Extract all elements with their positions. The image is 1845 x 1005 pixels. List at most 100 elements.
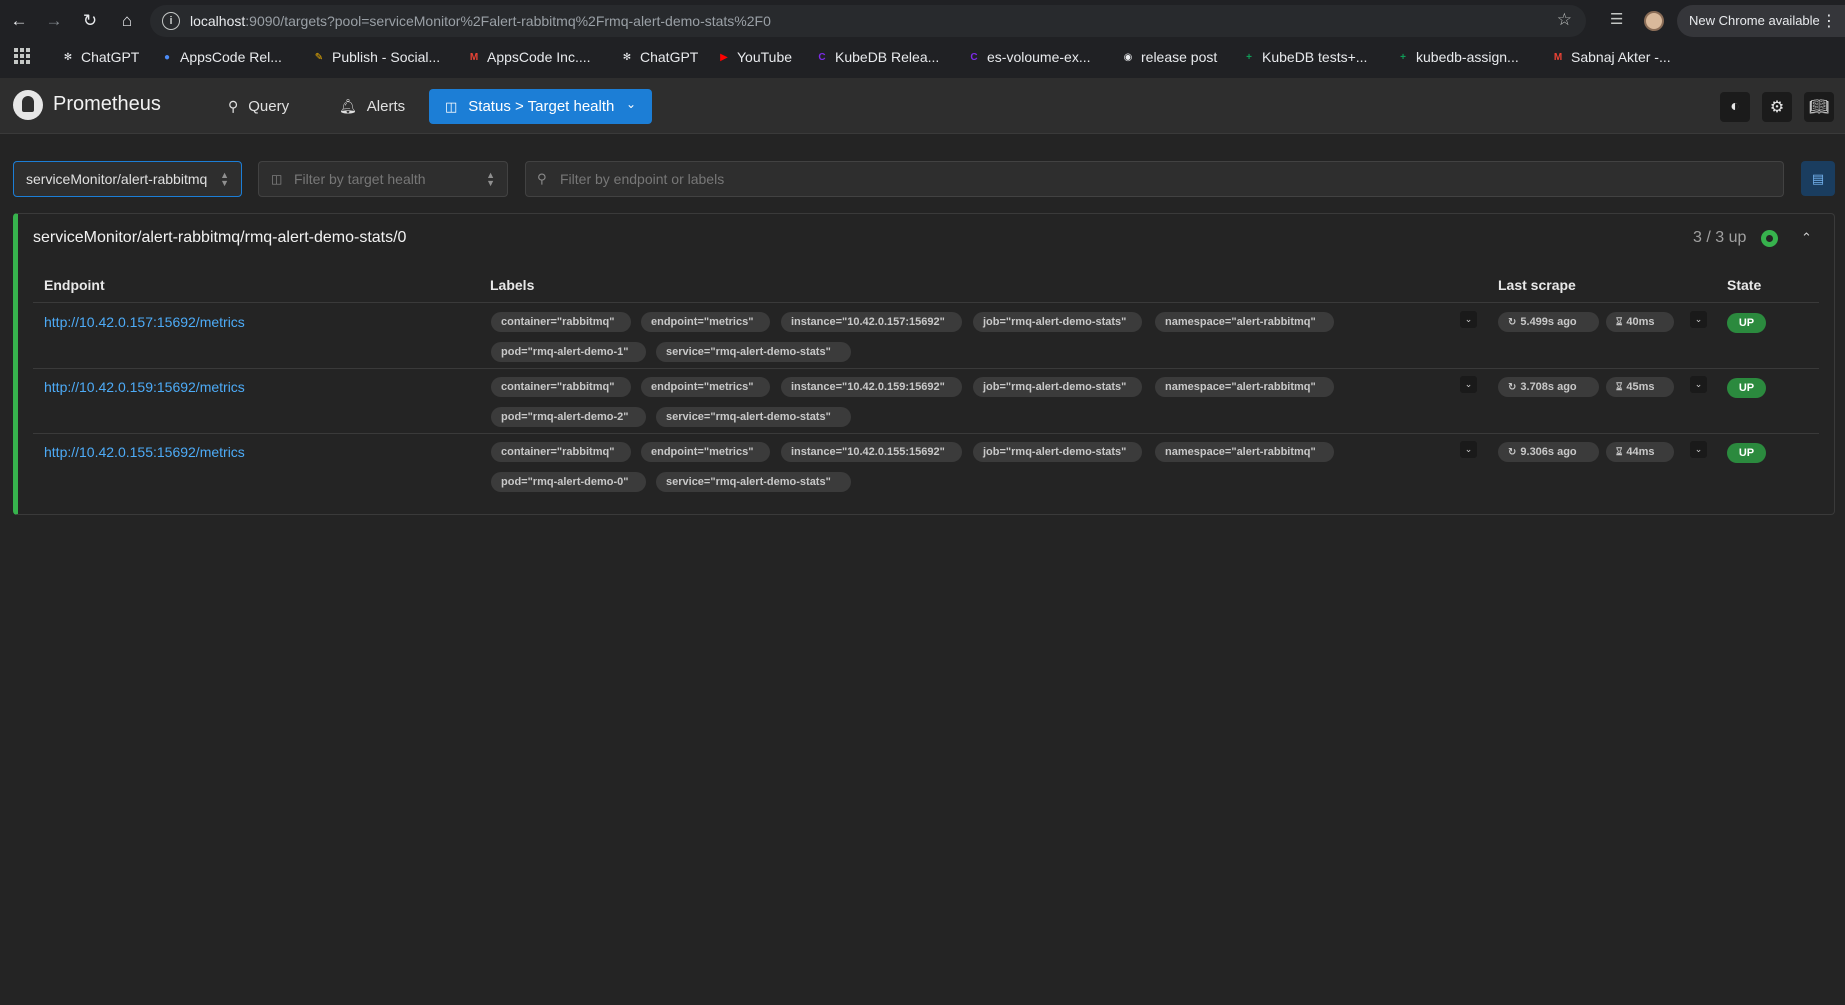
hourglass-icon: ⌛︎ <box>1616 382 1623 393</box>
bookmarks-bar: ✻ ChatGPT ● AppsCode Rel... ✎ Publish - Socia… <box>0 44 1845 70</box>
url-text[interactable]: localhost:9090/targets?pool=serviceMonit… <box>190 13 771 29</box>
target-endpoint-link[interactable]: http://10.42.0.155:15692/metrics <box>44 444 245 460</box>
column-header-last-scrape: Last scrape <box>1498 277 1576 293</box>
target-label-badge[interactable]: namespace="alert-rabbitmq" <box>1155 312 1334 332</box>
scrape-pool-panel <box>13 213 1835 515</box>
target-health-filter[interactable]: ◫ Filter by target health ▲ ▼ <box>258 161 508 197</box>
omnibox[interactable]: i localhost:9090/targets?pool=serviceMon… <box>150 5 1586 37</box>
target-label-badge[interactable]: container="rabbitmq" <box>491 312 631 332</box>
bookmark-item[interactable]: M AppsCode Inc.... <box>467 47 591 67</box>
browser-chrome: ← → ↻ ⌂ i localhost:9090/targets?pool=se… <box>0 0 1845 78</box>
target-label-badge[interactable]: namespace="alert-rabbitmq" <box>1155 442 1334 462</box>
refresh-icon: ↻ <box>1508 317 1517 328</box>
collapse-all-pools-icon[interactable]: ▤ <box>1801 161 1835 196</box>
settings-gear-icon[interactable]: ⚙ <box>1762 92 1792 122</box>
target-label-badge[interactable]: job="rmq-alert-demo-stats" <box>973 312 1142 332</box>
bookmark-item[interactable]: ✻ ChatGPT <box>61 47 140 67</box>
bookmark-item[interactable]: + KubeDB tests+... <box>1242 47 1367 67</box>
target-label-badge[interactable]: endpoint="metrics" <box>641 377 770 397</box>
apps-grid-icon[interactable] <box>14 48 30 64</box>
target-endpoint-link[interactable]: http://10.42.0.159:15692/metrics <box>44 379 245 395</box>
bookmark-item[interactable]: ▶ YouTube <box>717 47 792 67</box>
reading-list-icon[interactable]: ☰ <box>1610 10 1623 28</box>
bookmark-item[interactable]: + kubedb-assign... <box>1396 47 1519 67</box>
select-arrows-icon: ▲ ▼ <box>486 170 495 188</box>
bookmark-item[interactable]: Ces-voloume-ex... <box>967 47 1090 67</box>
theme-toggle-icon[interactable]: ◐ <box>1720 92 1750 122</box>
prometheus-logo-icon[interactable] <box>13 90 43 120</box>
bookmark-item[interactable]: ◉ release post <box>1121 47 1218 67</box>
target-label-badge[interactable]: container="rabbitmq" <box>491 377 631 397</box>
row-divider <box>33 433 1819 434</box>
bookmark-item[interactable]: ✎ Publish - Social... <box>312 47 440 67</box>
target-label-badge[interactable]: container="rabbitmq" <box>491 442 631 462</box>
expand-chevron-down-icon[interactable]: ⌄ <box>1690 376 1707 393</box>
bookmark-star-icon[interactable]: ☆ <box>1557 10 1572 30</box>
bookmark-label: es-voloume-ex... <box>987 49 1091 65</box>
bookmark-item[interactable]: ● AppsCode Rel... <box>160 47 282 67</box>
target-endpoint-link[interactable]: http://10.42.0.157:15692/metrics <box>44 314 245 330</box>
target-label-badge[interactable]: service="rmq-alert-demo-stats" <box>656 407 851 427</box>
target-label-badge[interactable]: instance="10.42.0.157:15692" <box>781 312 962 332</box>
target-label-badge[interactable]: service="rmq-alert-demo-stats" <box>656 472 851 492</box>
scrape-duration-badge: ⌛︎ 45ms <box>1606 377 1674 397</box>
canva-icon: C <box>818 51 826 63</box>
hourglass-icon: ⌛︎ <box>1616 317 1623 328</box>
scrape-duration-badge: ⌛︎ 44ms <box>1606 442 1674 462</box>
profile-avatar[interactable] <box>1644 11 1664 31</box>
target-label-badge[interactable]: instance="10.42.0.155:15692" <box>781 442 962 462</box>
filter-health-icon: ◫ <box>271 172 283 186</box>
expand-chevron-down-icon[interactable]: ⌄ <box>1460 441 1477 458</box>
row-divider <box>33 368 1819 369</box>
refresh-icon: ↻ <box>1508 447 1517 458</box>
nav-alerts[interactable]: 🔔︎ Alerts <box>339 92 405 120</box>
url-host: localhost <box>190 13 246 29</box>
scrape-pool-select[interactable]: serviceMonitor/alert-rabbitmq ▲ ▼ <box>13 161 242 197</box>
target-label-badge[interactable]: endpoint="metrics" <box>641 312 770 332</box>
nav-query[interactable]: ⚲ Query <box>228 92 289 120</box>
nav-status-label: Status > Target health <box>468 98 615 115</box>
bookmark-item[interactable]: M Sabnaj Akter -... <box>1551 47 1671 67</box>
update-chrome-button[interactable]: New Chrome available ⋮ <box>1677 5 1845 37</box>
chevron-up-icon[interactable]: ⌃ <box>1801 230 1812 246</box>
chatgpt-icon: ✻ <box>63 51 73 63</box>
target-label-badge[interactable]: job="rmq-alert-demo-stats" <box>973 442 1142 462</box>
app-title[interactable]: Prometheus <box>53 93 161 116</box>
expand-chevron-down-icon[interactable]: ⌄ <box>1460 311 1477 328</box>
search-icon: ⚲ <box>228 97 239 114</box>
pool-title[interactable]: serviceMonitor/alert-rabbitmq/rmq-alert-… <box>33 229 406 247</box>
target-label-badge[interactable]: pod="rmq-alert-demo-2" <box>491 407 646 427</box>
kebab-menu-icon[interactable]: ⋮ <box>1821 11 1837 31</box>
bookmark-label: ChatGPT <box>81 49 140 65</box>
bookmark-label: KubeDB tests+... <box>1262 49 1368 65</box>
select-arrows-icon: ▲ ▼ <box>220 170 229 188</box>
bookmark-item[interactable]: C KubeDB Relea... <box>815 47 939 67</box>
scrape-duration-badge: ⌛︎ 40ms <box>1606 312 1674 332</box>
nav-status-dropdown[interactable]: ◫ Status > Target health ⌄ <box>429 89 652 124</box>
bookmark-label: Publish - Social... <box>332 49 441 65</box>
target-label-badge[interactable]: endpoint="metrics" <box>641 442 770 462</box>
back-arrow-icon[interactable]: ← <box>7 9 31 33</box>
bookmark-item[interactable]: ✻ ChatGPT <box>620 47 699 67</box>
endpoint-label-search-input[interactable]: ⚲ Filter by endpoint or labels <box>525 161 1784 197</box>
site-info-icon[interactable]: i <box>162 12 180 30</box>
target-label-badge[interactable]: pod="rmq-alert-demo-1" <box>491 342 646 362</box>
scrape-duration: 40ms <box>1626 316 1655 328</box>
target-label-badge[interactable]: job="rmq-alert-demo-stats" <box>973 377 1142 397</box>
expand-chevron-down-icon[interactable]: ⌄ <box>1460 376 1477 393</box>
target-label-badge[interactable]: pod="rmq-alert-demo-0" <box>491 472 646 492</box>
expand-chevron-down-icon[interactable]: ⌄ <box>1690 311 1707 328</box>
docs-book-icon[interactable]: 📖︎ <box>1804 92 1834 122</box>
forward-arrow-icon[interactable]: → <box>42 9 66 33</box>
target-label-badge[interactable]: instance="10.42.0.159:15692" <box>781 377 962 397</box>
chatgpt-icon: ✻ <box>622 51 632 63</box>
last-scrape-badge: ↻ 5.499s ago <box>1498 312 1599 332</box>
bookmark-label: kubedb-assign... <box>1416 49 1519 65</box>
pool-health-ring-icon <box>1761 230 1778 247</box>
expand-chevron-down-icon[interactable]: ⌄ <box>1690 441 1707 458</box>
home-icon[interactable]: ⌂ <box>115 9 139 33</box>
reload-icon[interactable]: ↻ <box>78 9 102 33</box>
target-label-badge[interactable]: namespace="alert-rabbitmq" <box>1155 377 1334 397</box>
last-scrape-time: 9.306s ago <box>1520 446 1577 458</box>
target-label-badge[interactable]: service="rmq-alert-demo-stats" <box>656 342 851 362</box>
